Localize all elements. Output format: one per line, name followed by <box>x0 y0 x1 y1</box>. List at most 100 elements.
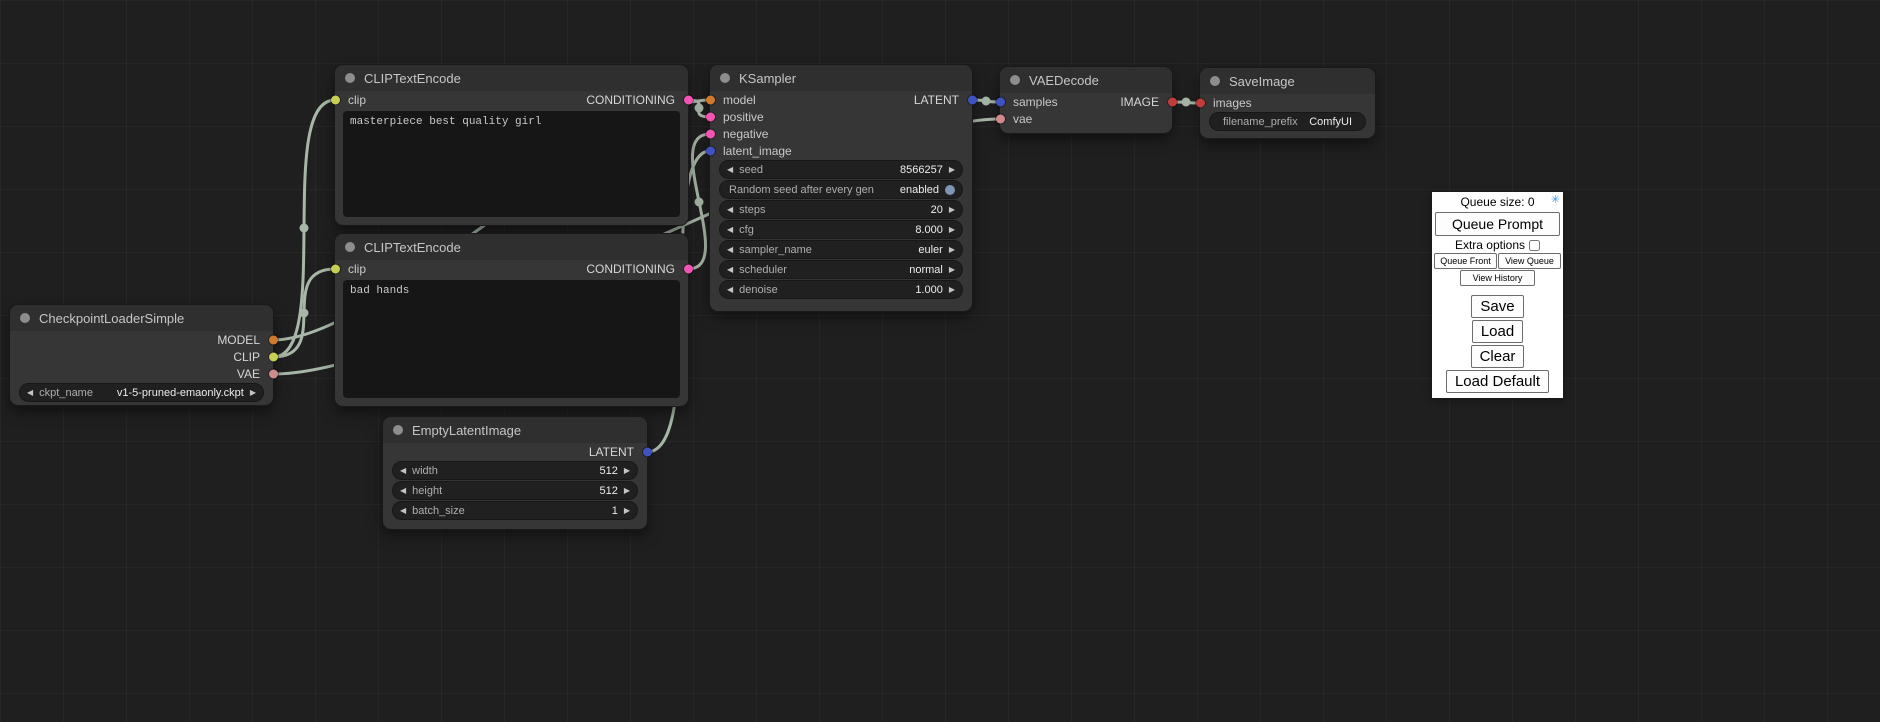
node-title-bar[interactable]: CLIPTextEncode <box>335 234 688 260</box>
increment-icon[interactable]: ▶ <box>949 266 955 274</box>
increment-icon[interactable]: ▶ <box>250 389 256 397</box>
widget-value: 8.000 <box>915 224 943 236</box>
widget-value: 8566257 <box>900 164 943 176</box>
positive-input-port[interactable] <box>706 112 715 121</box>
batch-size-widget[interactable]: ◀ batch_size 1 ▶ <box>393 502 637 519</box>
positive-prompt-textarea[interactable]: masterpiece best quality girl <box>343 111 680 217</box>
node-title: CLIPTextEncode <box>364 240 461 255</box>
load-default-button[interactable]: Load Default <box>1446 370 1549 393</box>
node-title-bar[interactable]: CLIPTextEncode <box>335 65 688 91</box>
collapse-icon[interactable] <box>20 313 30 323</box>
decrement-icon[interactable]: ◀ <box>727 206 733 214</box>
node-ksampler[interactable]: KSampler model LATENT positive negative … <box>710 65 972 311</box>
vae-output-port[interactable] <box>269 369 278 378</box>
node-save-image[interactable]: SaveImage images filename_prefix ComfyUI <box>1200 68 1375 138</box>
node-title: CLIPTextEncode <box>364 71 461 86</box>
collapse-icon[interactable] <box>1010 75 1020 85</box>
queue-prompt-button[interactable]: Queue Prompt <box>1435 212 1560 236</box>
scheduler-widget[interactable]: ◀ scheduler normal ▶ <box>720 261 962 278</box>
view-queue-button[interactable]: View Queue <box>1498 253 1561 269</box>
model-input-port[interactable] <box>706 95 715 104</box>
node-empty-latent-image[interactable]: EmptyLatentImage LATENT ◀ width 512 ▶ ◀ … <box>383 417 647 529</box>
save-button[interactable]: Save <box>1471 295 1523 318</box>
node-title: CheckpointLoaderSimple <box>39 311 184 326</box>
node-title-bar[interactable]: CheckpointLoaderSimple <box>10 305 273 331</box>
widget-label: steps <box>739 204 765 216</box>
widget-label: batch_size <box>412 505 465 517</box>
graph-canvas[interactable]: CheckpointLoaderSimple MODEL CLIP VAE ◀ … <box>0 0 1880 722</box>
conditioning-output-port[interactable] <box>684 95 693 104</box>
height-widget[interactable]: ◀ height 512 ▶ <box>393 482 637 499</box>
clip-output-port[interactable] <box>269 352 278 361</box>
samples-input-port[interactable] <box>996 97 1005 106</box>
port-label-clip: clip <box>348 93 366 107</box>
latent-output-port[interactable] <box>968 95 977 104</box>
increment-icon[interactable]: ▶ <box>949 286 955 294</box>
decrement-icon[interactable]: ◀ <box>727 266 733 274</box>
node-clip-text-encode-negative[interactable]: CLIPTextEncode clip CONDITIONING bad han… <box>335 234 688 406</box>
widget-value: enabled <box>900 184 939 196</box>
decrement-icon[interactable]: ◀ <box>727 226 733 234</box>
node-clip-text-encode-positive[interactable]: CLIPTextEncode clip CONDITIONING masterp… <box>335 65 688 225</box>
extra-options-checkbox[interactable] <box>1529 240 1540 251</box>
steps-widget[interactable]: ◀ steps 20 ▶ <box>720 201 962 218</box>
decrement-icon[interactable]: ◀ <box>727 246 733 254</box>
conditioning-output-port[interactable] <box>684 264 693 273</box>
queue-front-button[interactable]: Queue Front <box>1434 253 1497 269</box>
increment-icon[interactable]: ▶ <box>624 467 630 475</box>
negative-prompt-textarea[interactable]: bad hands <box>343 280 680 398</box>
filename-prefix-widget[interactable]: filename_prefix ComfyUI <box>1210 113 1365 130</box>
vae-input-port[interactable] <box>996 114 1005 123</box>
clear-button[interactable]: Clear <box>1471 345 1525 368</box>
settings-icon[interactable]: ✳ <box>1551 195 1560 206</box>
collapse-icon[interactable] <box>393 425 403 435</box>
port-label-positive: positive <box>723 110 764 124</box>
increment-icon[interactable]: ▶ <box>624 487 630 495</box>
widget-label: filename_prefix <box>1223 116 1298 128</box>
port-row: positive <box>710 108 972 125</box>
increment-icon[interactable]: ▶ <box>949 166 955 174</box>
collapse-icon[interactable] <box>720 73 730 83</box>
increment-icon[interactable]: ▶ <box>949 226 955 234</box>
denoise-widget[interactable]: ◀ denoise 1.000 ▶ <box>720 281 962 298</box>
latent-output-port[interactable] <box>643 447 652 456</box>
cfg-widget[interactable]: ◀ cfg 8.000 ▶ <box>720 221 962 238</box>
widget-value: 512 <box>599 465 617 477</box>
clip-input-port[interactable] <box>331 264 340 273</box>
decrement-icon[interactable]: ◀ <box>727 166 733 174</box>
negative-input-port[interactable] <box>706 129 715 138</box>
decrement-icon[interactable]: ◀ <box>400 467 406 475</box>
node-title-bar[interactable]: SaveImage <box>1200 68 1375 94</box>
clip-input-port[interactable] <box>331 95 340 104</box>
node-title-bar[interactable]: EmptyLatentImage <box>383 417 647 443</box>
collapse-icon[interactable] <box>345 73 355 83</box>
increment-icon[interactable]: ▶ <box>949 206 955 214</box>
ckpt-name-widget[interactable]: ◀ ckpt_name v1-5-pruned-emaonly.ckpt ▶ <box>20 384 263 401</box>
sampler-name-widget[interactable]: ◀ sampler_name euler ▶ <box>720 241 962 258</box>
width-widget[interactable]: ◀ width 512 ▶ <box>393 462 637 479</box>
images-input-port[interactable] <box>1196 98 1205 107</box>
node-checkpoint-loader-simple[interactable]: CheckpointLoaderSimple MODEL CLIP VAE ◀ … <box>10 305 273 405</box>
collapse-icon[interactable] <box>345 242 355 252</box>
toggle-dot-icon[interactable] <box>945 185 955 195</box>
port-label-conditioning: CONDITIONING <box>586 93 675 107</box>
decrement-icon[interactable]: ◀ <box>400 507 406 515</box>
seed-widget[interactable]: ◀ seed 8566257 ▶ <box>720 161 962 178</box>
increment-icon[interactable]: ▶ <box>949 246 955 254</box>
decrement-icon[interactable]: ◀ <box>727 286 733 294</box>
node-title-bar[interactable]: VAEDecode <box>1000 67 1172 93</box>
link-midpoint-dot <box>300 224 309 233</box>
increment-icon[interactable]: ▶ <box>624 507 630 515</box>
model-output-port[interactable] <box>269 335 278 344</box>
node-vae-decode[interactable]: VAEDecode samples IMAGE vae <box>1000 67 1172 133</box>
port-label-latent: LATENT <box>914 93 959 107</box>
image-output-port[interactable] <box>1168 97 1177 106</box>
decrement-icon[interactable]: ◀ <box>400 487 406 495</box>
collapse-icon[interactable] <box>1210 76 1220 86</box>
load-button[interactable]: Load <box>1472 320 1523 343</box>
random-seed-toggle-widget[interactable]: Random seed after every gen enabled <box>720 181 962 198</box>
latent-image-input-port[interactable] <box>706 146 715 155</box>
decrement-icon[interactable]: ◀ <box>27 389 33 397</box>
view-history-button[interactable]: View History <box>1460 270 1536 286</box>
node-title-bar[interactable]: KSampler <box>710 65 972 91</box>
